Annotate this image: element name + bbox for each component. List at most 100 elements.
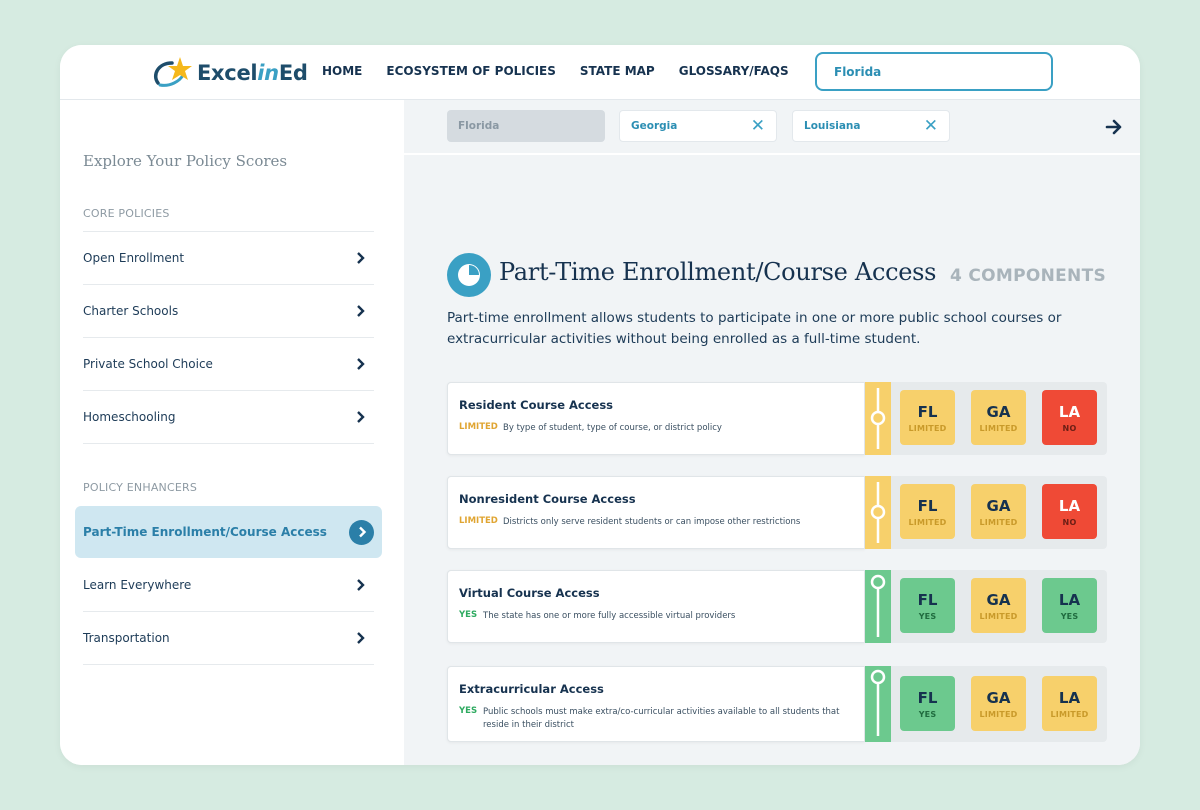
state-chip-label: Louisiana: [804, 120, 861, 132]
grade-level: LIMITED: [979, 611, 1018, 621]
sidebar-item-label: Private School Choice: [83, 357, 213, 371]
grade-state: FL: [917, 402, 938, 421]
grade-level: NO: [1062, 423, 1077, 433]
grade-level: LIMITED: [979, 423, 1018, 433]
component-name: Resident Course Access: [459, 398, 614, 412]
component-card-resident-course-access[interactable]: Resident Course Access LIMITED By type o…: [447, 382, 1107, 455]
chevron-right-icon: [354, 304, 368, 318]
state-compare-bar: Florida Georgia ✕ Louisiana ✕: [404, 100, 1140, 155]
grade-la: LA LIMITED: [1042, 676, 1097, 731]
status-track-icon: [865, 476, 891, 549]
grade-la: LA NO: [1042, 390, 1097, 445]
state-chip-label: Florida: [458, 120, 500, 132]
nav-state-map[interactable]: STATE MAP: [580, 64, 655, 78]
component-note: Public schools must make extra/co-curric…: [483, 707, 840, 730]
component-status: YES: [459, 610, 478, 620]
grade-level: NO: [1062, 517, 1077, 527]
component-info: Virtual Course Access YES The state has …: [447, 570, 865, 643]
state-chip-florida: Florida: [447, 110, 605, 142]
policy-description: Part-time enrollment allows students to …: [447, 310, 1062, 347]
sidebar-item-part-time-enrollment[interactable]: Part-Time Enrollment/Course Access: [75, 506, 382, 558]
grade-level: LIMITED: [979, 517, 1018, 527]
chevron-right-circle-icon: [349, 519, 374, 545]
nav-ecosystem-of-policies[interactable]: ECOSYSTEM OF POLICIES: [386, 64, 555, 78]
status-track-icon: [865, 666, 891, 742]
top-header: ExcelinEd HOME ECOSYSTEM OF POLICIES STA…: [60, 45, 1140, 100]
sidebar-item-label: Learn Everywhere: [83, 578, 192, 592]
component-name: Extracurricular Access: [459, 682, 604, 696]
grade-fl: FL LIMITED: [900, 484, 955, 539]
grade-level: LIMITED: [908, 423, 947, 433]
grade-state: GA: [986, 590, 1011, 609]
component-note: The state has one or more fully accessib…: [483, 611, 736, 621]
component-name: Nonresident Course Access: [459, 492, 636, 506]
grade-ga: GA LIMITED: [971, 676, 1026, 731]
grade-ga: GA LIMITED: [971, 484, 1026, 539]
grade-fl: FL LIMITED: [900, 390, 955, 445]
nav-glossary-faqs[interactable]: GLOSSARY/FAQS: [679, 64, 789, 78]
nav-home[interactable]: HOME: [322, 64, 362, 78]
chevron-right-icon: [354, 357, 368, 371]
core-policies-heading: CORE POLICIES: [83, 207, 170, 220]
state-chip-louisiana: Louisiana ✕: [792, 110, 950, 142]
policy-sidebar: Explore Your Policy Scores CORE POLICIES…: [60, 100, 404, 765]
status-track-icon: [865, 570, 891, 643]
grade-state: LA: [1058, 590, 1081, 609]
policy-detail-panel: Florida Georgia ✕ Louisiana ✕ Part-Time …: [404, 100, 1140, 765]
component-card-virtual-course-access[interactable]: Virtual Course Access YES The state has …: [447, 570, 1107, 643]
star-swoosh-logo-icon: [153, 57, 192, 87]
policy-title: Part-Time Enrollment/Course Access: [499, 258, 937, 286]
components-count: 4 COMPONENTS: [950, 266, 1107, 286]
component-card-extracurricular-access[interactable]: Extracurricular Access YES Public school…: [447, 666, 1107, 742]
grade-fl: FL YES: [900, 676, 955, 731]
app-window: ExcelinEd HOME ECOSYSTEM OF POLICIES STA…: [60, 45, 1140, 765]
grade-state: GA: [986, 496, 1011, 515]
component-card-nonresident-course-access[interactable]: Nonresident Course Access LIMITED Distri…: [447, 476, 1107, 549]
grade-state: LA: [1058, 688, 1081, 707]
sidebar-title: Explore Your Policy Scores: [83, 152, 288, 170]
component-info: Nonresident Course Access LIMITED Distri…: [447, 476, 865, 549]
grade-state: LA: [1058, 496, 1081, 515]
pie-clock-icon: [447, 253, 491, 297]
grade-state: GA: [986, 688, 1011, 707]
grade-la: LA NO: [1042, 484, 1097, 539]
component-note: Districts only serve resident students o…: [503, 517, 801, 527]
excelined-logo[interactable]: ExcelinEd: [150, 55, 308, 91]
component-status: YES: [459, 706, 478, 716]
chevron-right-icon: [354, 251, 368, 265]
sidebar-item-label: Charter Schools: [83, 304, 179, 318]
sidebar-item-label: Open Enrollment: [83, 251, 185, 265]
sidebar-item-label: Homeschooling: [83, 410, 176, 424]
chevron-right-icon: [354, 631, 368, 645]
sidebar-item-transportation[interactable]: Transportation: [83, 612, 374, 665]
grade-state: FL: [917, 590, 938, 609]
grade-state: GA: [986, 402, 1011, 421]
grade-level: YES: [918, 709, 937, 719]
state-chip-label: Georgia: [631, 120, 678, 132]
close-icon[interactable]: ✕: [924, 117, 938, 135]
state-chip-georgia: Georgia ✕: [619, 110, 777, 142]
component-status: LIMITED: [459, 516, 498, 526]
grade-state: LA: [1058, 402, 1081, 421]
sidebar-item-label: Transportation: [83, 631, 170, 645]
grade-state: FL: [917, 688, 938, 707]
component-name: Virtual Course Access: [459, 586, 600, 600]
sidebar-item-charter-schools[interactable]: Charter Schools: [83, 285, 374, 338]
component-status: LIMITED: [459, 422, 498, 432]
state-search-input[interactable]: Florida: [815, 52, 1053, 91]
sidebar-item-homeschooling[interactable]: Homeschooling: [83, 391, 374, 444]
arrow-right-icon[interactable]: [1104, 117, 1124, 137]
sidebar-item-open-enrollment[interactable]: Open Enrollment: [83, 232, 374, 285]
grade-level: YES: [1060, 611, 1079, 621]
sidebar-item-learn-everywhere[interactable]: Learn Everywhere: [83, 559, 374, 612]
grade-state: FL: [917, 496, 938, 515]
status-track-icon: [865, 382, 891, 455]
component-info: Extracurricular Access YES Public school…: [447, 666, 865, 742]
chevron-right-icon: [354, 410, 368, 424]
main-nav: HOME ECOSYSTEM OF POLICIES STATE MAP GLO…: [322, 64, 813, 78]
component-info: Resident Course Access LIMITED By type o…: [447, 382, 865, 455]
grade-fl: FL YES: [900, 578, 955, 633]
grade-level: LIMITED: [979, 709, 1018, 719]
close-icon[interactable]: ✕: [751, 117, 765, 135]
sidebar-item-private-school-choice[interactable]: Private School Choice: [83, 338, 374, 391]
